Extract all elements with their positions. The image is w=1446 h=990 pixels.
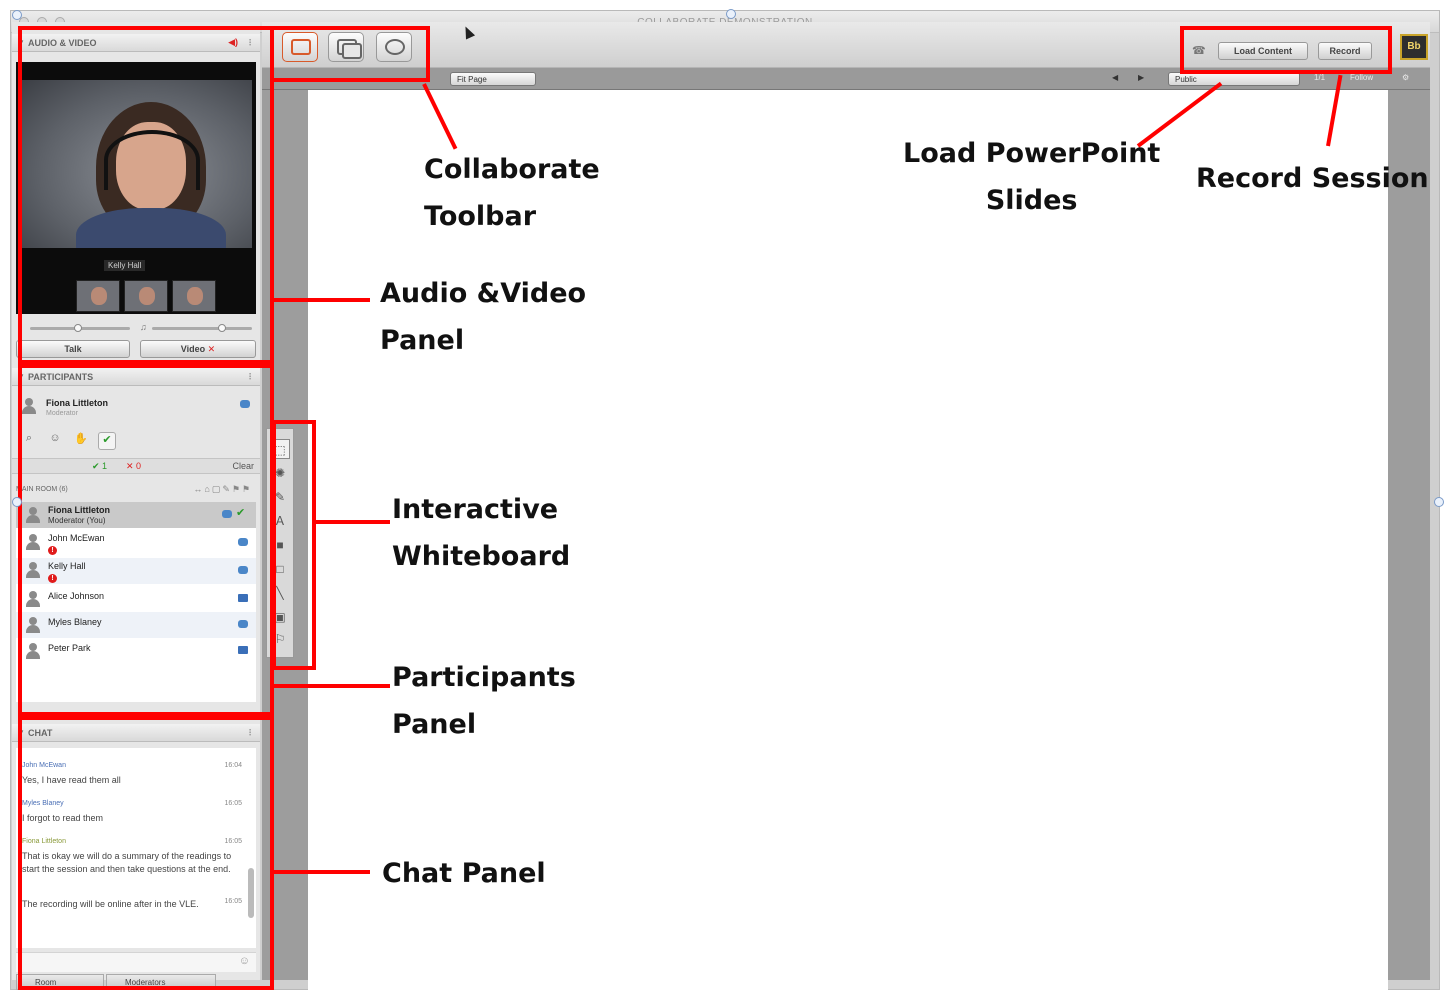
callout-line: Collaborate — [424, 154, 600, 185]
whiteboard-right-gutter — [1388, 90, 1430, 980]
audio-video-highlight — [18, 26, 274, 364]
resize-handle[interactable] — [726, 9, 736, 19]
load-powerpoint-callout: Load PowerPoint Slides — [903, 130, 1160, 224]
callout-line: Panel — [392, 709, 477, 740]
public-select[interactable]: Public — [1168, 72, 1300, 86]
chat-highlight — [18, 716, 274, 990]
callout-line: Participants — [392, 662, 576, 693]
callout-line: Panel — [380, 325, 465, 356]
resize-handle[interactable] — [12, 10, 22, 20]
participants-highlight — [18, 364, 274, 716]
options-icon[interactable]: ⚙ — [1402, 73, 1409, 82]
next-page-icon[interactable]: ▶ — [1138, 73, 1144, 82]
callout-line: Whiteboard — [392, 541, 571, 572]
participants-panel-callout: Participants Panel — [392, 654, 576, 748]
audio-video-connector — [274, 298, 370, 302]
participants-connector — [274, 684, 390, 688]
page-indicator: 1/1 — [1314, 73, 1326, 82]
record-session-callout: Record Session — [1196, 155, 1429, 202]
callout-line: Interactive — [392, 494, 559, 525]
collaborate-toolbar-callout: Collaborate Toolbar — [424, 146, 600, 240]
follow-button[interactable]: Follow — [1350, 73, 1373, 82]
fit-page-select[interactable]: Fit Page — [450, 72, 536, 86]
whiteboard-tools-highlight — [272, 420, 316, 670]
callout-line: Chat Panel — [382, 858, 546, 889]
prev-page-icon[interactable]: ◀ — [1112, 73, 1118, 82]
chat-connector — [274, 870, 370, 874]
chat-panel-callout: Chat Panel — [382, 850, 546, 897]
callout-line: Load PowerPoint — [903, 138, 1161, 169]
callout-line: Toolbar — [424, 201, 537, 232]
blackboard-logo: Bb — [1400, 34, 1428, 60]
callout-line: Audio &Video — [380, 278, 587, 309]
callout-line: Slides — [985, 185, 1078, 216]
resize-handle[interactable] — [12, 497, 22, 507]
interactive-whiteboard-callout: Interactive Whiteboard — [392, 486, 570, 580]
audio-video-callout: Audio &Video Panel — [380, 270, 586, 364]
resize-handle[interactable] — [1434, 497, 1444, 507]
toolbar-highlight — [270, 26, 430, 82]
callout-line: Record Session — [1196, 163, 1429, 194]
whiteboard-connector — [316, 520, 390, 524]
load-record-highlight — [1180, 26, 1392, 74]
